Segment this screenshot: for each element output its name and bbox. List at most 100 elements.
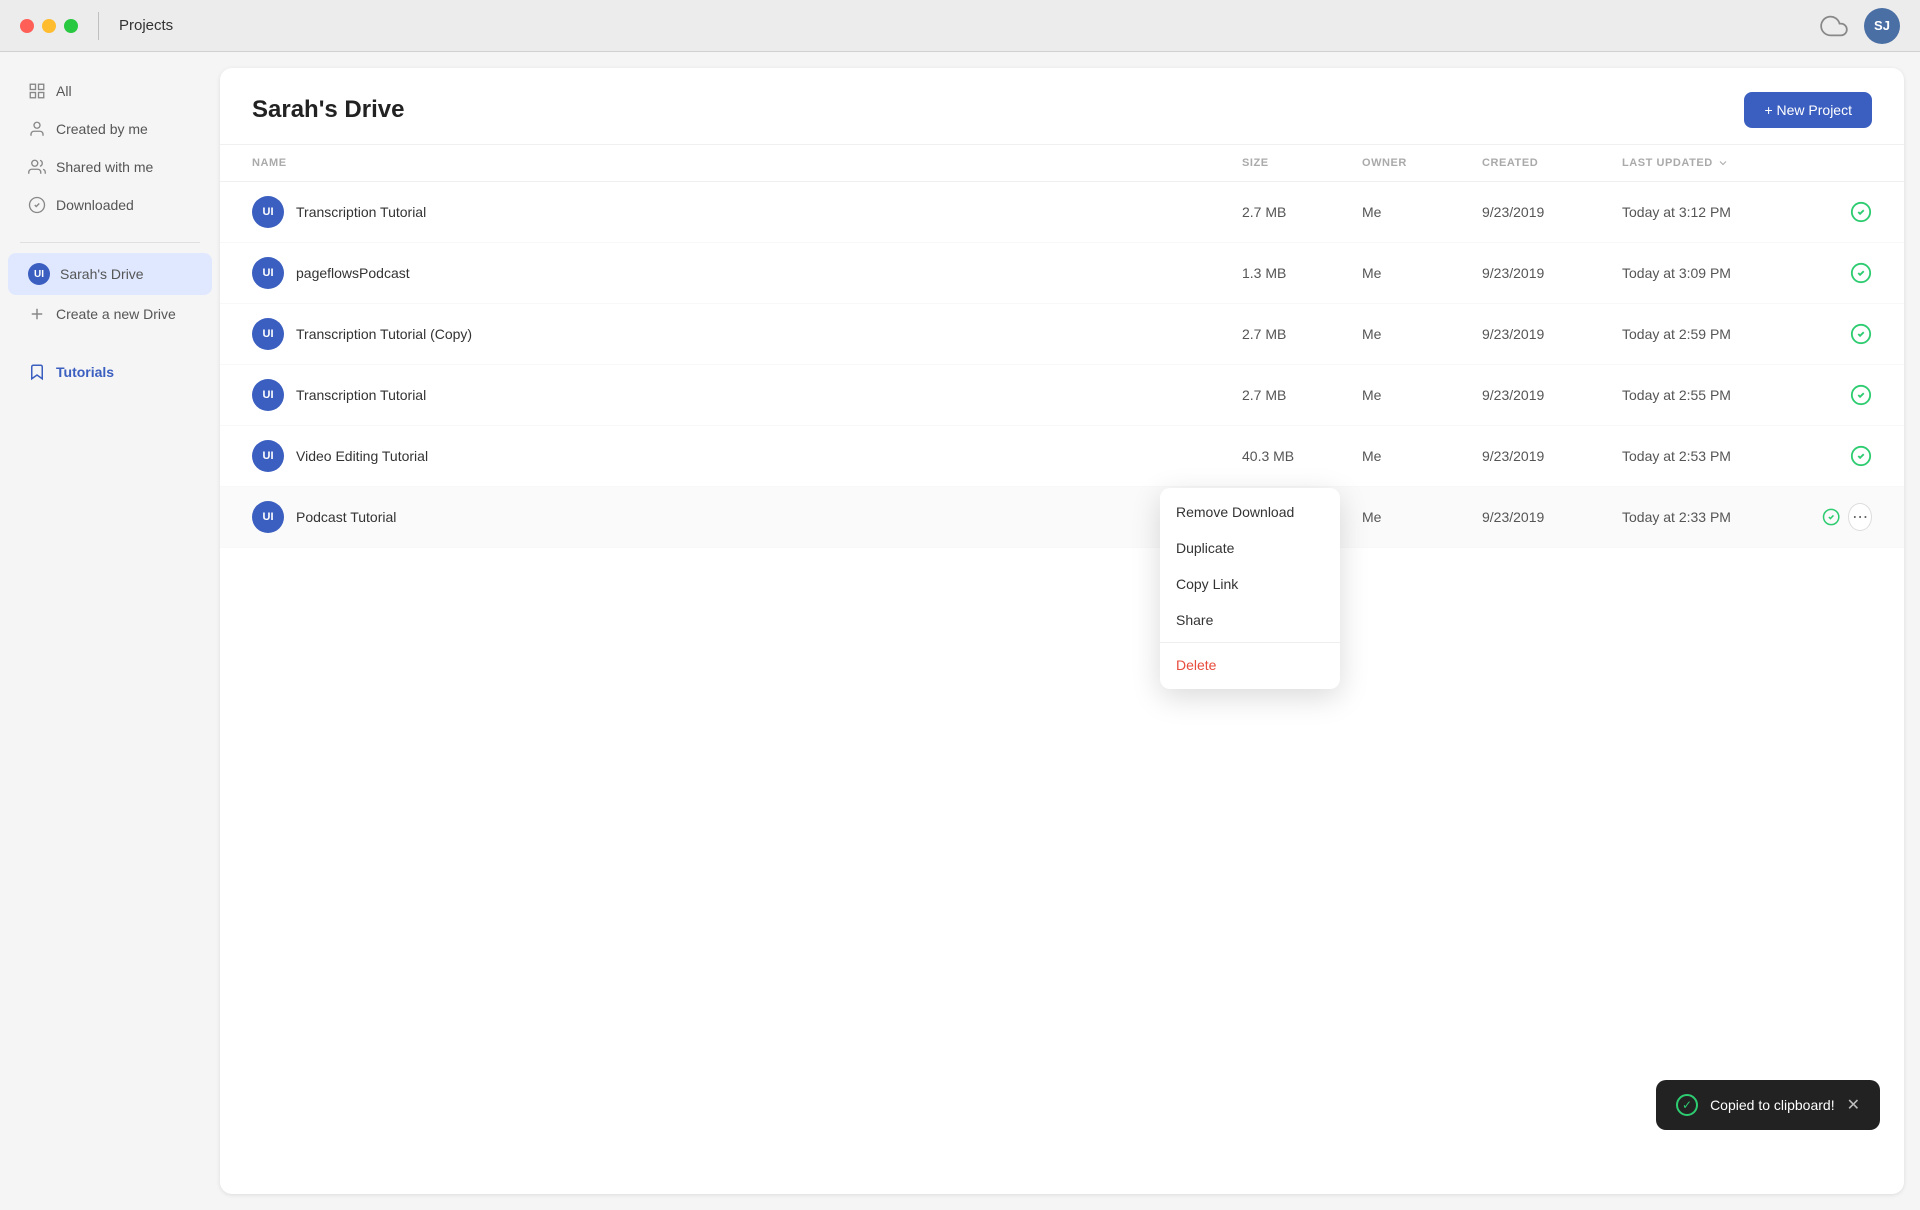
check-icon: [1822, 506, 1840, 528]
context-menu: Remove DownloadDuplicateCopy LinkShare De…: [1160, 488, 1340, 689]
row-created: 9/23/2019: [1482, 326, 1622, 342]
content-area: Sarah's Drive + New Project NAME SIZE OW…: [220, 68, 1904, 1194]
row-file-name: Video Editing Tutorial: [296, 448, 428, 464]
row-owner: Me: [1362, 326, 1482, 342]
table-row[interactable]: UI Podcast Tutorial 9.7 MB Me 9/23/2019 …: [220, 487, 1904, 548]
context-menu-item-share[interactable]: Share: [1160, 602, 1340, 638]
toast-check-icon: ✓: [1676, 1094, 1698, 1116]
col-header-created: CREATED: [1482, 157, 1622, 169]
col-header-name: NAME: [252, 157, 1242, 169]
row-size: 2.7 MB: [1242, 326, 1362, 342]
row-updated: Today at 2:53 PM: [1622, 448, 1822, 464]
main-layout: All Created by me Shar: [0, 52, 1920, 1210]
check-icon: [1850, 323, 1872, 345]
row-file-icon: UI: [252, 318, 284, 350]
col-header-updated[interactable]: LAST UPDATED: [1622, 157, 1822, 169]
sidebar-item-created-label: Created by me: [56, 121, 148, 137]
row-created: 9/23/2019: [1482, 387, 1622, 403]
avatar[interactable]: SJ: [1864, 8, 1900, 44]
bookmark-icon: [28, 363, 46, 381]
row-file-name: Transcription Tutorial: [296, 204, 426, 220]
row-name: UI Transcription Tutorial (Copy): [252, 318, 1242, 350]
row-name: UI Transcription Tutorial: [252, 196, 1242, 228]
sidebar-item-downloaded[interactable]: Downloaded: [8, 186, 212, 224]
user-icon: [28, 120, 46, 138]
window-title: Projects: [119, 17, 173, 34]
row-actions: [1822, 262, 1872, 284]
sidebar: All Created by me Shar: [0, 52, 220, 1210]
col-header-owner: OWNER: [1362, 157, 1482, 169]
row-actions: [1822, 201, 1872, 223]
maximize-button[interactable]: [64, 19, 78, 33]
row-file-icon: UI: [252, 501, 284, 533]
drive-icon: UI: [28, 263, 50, 285]
close-button[interactable]: [20, 19, 34, 33]
sort-icon: [1717, 157, 1729, 169]
sidebar-item-sarahs-drive[interactable]: UI Sarah's Drive: [8, 253, 212, 295]
users-icon: [28, 158, 46, 176]
row-size: 2.7 MB: [1242, 204, 1362, 220]
check-icon: [1850, 262, 1872, 284]
more-options-button[interactable]: ⋯: [1848, 503, 1872, 531]
row-file-name: pageflowsPodcast: [296, 265, 410, 281]
toast-close-button[interactable]: ✕: [1847, 1095, 1860, 1115]
table-row[interactable]: UI Transcription Tutorial (Copy) 2.7 MB …: [220, 304, 1904, 365]
row-name: UI Transcription Tutorial: [252, 379, 1242, 411]
row-actions: ⋯: [1822, 503, 1872, 531]
sidebar-item-create-drive[interactable]: Create a new Drive: [8, 295, 212, 333]
drive-title: Sarah's Drive: [252, 96, 404, 124]
title-bar-right: SJ: [1820, 8, 1900, 44]
new-project-button[interactable]: + New Project: [1744, 92, 1872, 128]
sidebar-item-all[interactable]: All: [8, 72, 212, 110]
context-menu-divider: [1160, 642, 1340, 643]
check-icon: [1850, 445, 1872, 467]
table-row[interactable]: UI pageflowsPodcast 1.3 MB Me 9/23/2019 …: [220, 243, 1904, 304]
check-icon: [1850, 201, 1872, 223]
table-body: UI Transcription Tutorial 2.7 MB Me 9/23…: [220, 182, 1904, 1194]
row-file-name: Transcription Tutorial (Copy): [296, 326, 472, 342]
row-size: 40.3 MB: [1242, 448, 1362, 464]
col-header-size: SIZE: [1242, 157, 1362, 169]
sidebar-divider: [20, 242, 200, 243]
title-divider: [98, 12, 99, 40]
context-menu-item-remove-download[interactable]: Remove Download: [1160, 494, 1340, 530]
toast-notification: ✓ Copied to clipboard! ✕: [1656, 1080, 1880, 1130]
row-created: 9/23/2019: [1482, 509, 1622, 525]
sidebar-item-shared-with-me[interactable]: Shared with me: [8, 148, 212, 186]
cloud-icon[interactable]: [1820, 12, 1848, 40]
row-actions: [1822, 323, 1872, 345]
check-icon: [1850, 384, 1872, 406]
row-created: 9/23/2019: [1482, 265, 1622, 281]
context-menu-item-delete[interactable]: Delete: [1160, 647, 1340, 683]
row-updated: Today at 3:12 PM: [1622, 204, 1822, 220]
context-menu-item-copy-link[interactable]: Copy Link: [1160, 566, 1340, 602]
row-owner: Me: [1362, 448, 1482, 464]
row-name: UI Podcast Tutorial: [252, 501, 1242, 533]
row-name: UI Video Editing Tutorial: [252, 440, 1242, 472]
table-row[interactable]: UI Transcription Tutorial 2.7 MB Me 9/23…: [220, 365, 1904, 426]
row-created: 9/23/2019: [1482, 204, 1622, 220]
row-file-icon: UI: [252, 196, 284, 228]
row-owner: Me: [1362, 204, 1482, 220]
sidebar-item-downloaded-label: Downloaded: [56, 197, 134, 213]
sidebar-item-shared-label: Shared with me: [56, 159, 153, 175]
sidebar-item-tutorials[interactable]: Tutorials: [8, 353, 212, 391]
sidebar-tutorials-label: Tutorials: [56, 364, 114, 380]
minimize-button[interactable]: [42, 19, 56, 33]
row-size: 1.3 MB: [1242, 265, 1362, 281]
context-menu-item-duplicate[interactable]: Duplicate: [1160, 530, 1340, 566]
row-owner: Me: [1362, 509, 1482, 525]
table-header: NAME SIZE OWNER CREATED LAST UPDATED: [220, 145, 1904, 182]
sidebar-item-all-label: All: [56, 83, 72, 99]
circle-check-icon: [28, 196, 46, 214]
sidebar-nav-section: All Created by me Shar: [0, 72, 220, 224]
row-name: UI pageflowsPodcast: [252, 257, 1242, 289]
sidebar-item-created-by-me[interactable]: Created by me: [8, 110, 212, 148]
row-file-icon: UI: [252, 379, 284, 411]
row-size: 2.7 MB: [1242, 387, 1362, 403]
plus-icon: [28, 305, 46, 323]
row-updated: Today at 2:59 PM: [1622, 326, 1822, 342]
table-row[interactable]: UI Video Editing Tutorial 40.3 MB Me 9/2…: [220, 426, 1904, 487]
table-row[interactable]: UI Transcription Tutorial 2.7 MB Me 9/23…: [220, 182, 1904, 243]
content-header: Sarah's Drive + New Project: [220, 68, 1904, 145]
